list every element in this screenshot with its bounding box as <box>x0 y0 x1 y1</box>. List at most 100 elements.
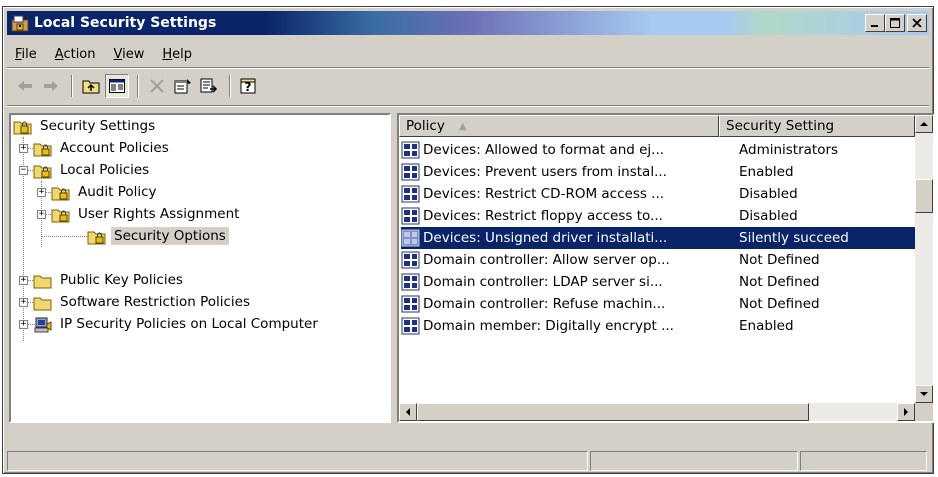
menu-bar: File Action View Help <box>7 41 929 68</box>
main-window: Local Security Settings File Action View… <box>2 6 935 474</box>
expand-account-policies[interactable]: + <box>19 144 28 153</box>
expand-ip-security-policies[interactable]: + <box>19 320 28 329</box>
expand-user-rights-assignment[interactable]: + <box>37 210 46 219</box>
window-title: Local Security Settings <box>34 15 217 31</box>
status-bar <box>7 451 929 473</box>
column-header-policy[interactable]: Policy ▲ <box>399 115 719 137</box>
properties-icon <box>174 79 191 94</box>
horizontal-scrollbar[interactable] <box>399 403 915 421</box>
table-row[interactable]: Domain controller: LDAP server si... Not… <box>401 271 915 293</box>
tree-item-audit-policy[interactable]: Audit Policy <box>51 181 160 203</box>
arrow-down-icon <box>920 392 928 396</box>
delete-icon <box>150 79 164 93</box>
folder-icon <box>33 294 53 311</box>
tree-item-software-restriction-policies[interactable]: Software Restriction Policies <box>33 291 253 313</box>
policy-icon <box>401 229 421 247</box>
toolbar-divider <box>7 105 929 107</box>
collapse-local-policies[interactable]: − <box>19 166 28 175</box>
horizontal-scroll-thumb[interactable] <box>417 403 809 421</box>
up-one-level-button[interactable] <box>79 74 103 98</box>
vertical-scrollbar[interactable] <box>915 115 933 403</box>
policy-list[interactable]: Policy ▲ Security Setting Devices: Allow… <box>397 113 935 423</box>
policy-icon <box>401 163 421 181</box>
console-tree[interactable]: Security Settings + Account Policies − L… <box>9 113 391 423</box>
policy-icon <box>401 251 421 269</box>
table-row[interactable]: Domain controller: Refuse machin... Not … <box>401 293 915 315</box>
status-panel-3 <box>799 451 927 471</box>
maximize-button[interactable] <box>885 14 905 32</box>
ip-security-icon <box>33 316 53 333</box>
table-row[interactable]: Domain member: Digitally encrypt ... Ena… <box>401 315 915 337</box>
policy-icon <box>401 185 421 203</box>
tree-line <box>41 236 87 237</box>
menu-action[interactable]: Action <box>46 47 105 62</box>
policy-icon <box>401 141 421 159</box>
policy-icon <box>401 317 421 335</box>
arrow-right-icon <box>904 408 908 416</box>
title-bar[interactable]: Local Security Settings <box>7 11 929 35</box>
show-hide-console-tree-button[interactable] <box>105 74 129 98</box>
show-hide-tree-icon <box>109 79 125 93</box>
expand-software-restriction-policies[interactable]: + <box>19 298 28 307</box>
menu-file[interactable]: File <box>7 47 46 62</box>
toolbar-separator <box>71 75 73 97</box>
close-button[interactable] <box>907 14 927 32</box>
delete-button[interactable] <box>145 74 169 98</box>
forward-arrow-icon <box>44 81 58 91</box>
properties-button[interactable] <box>171 74 195 98</box>
status-panel-main <box>7 451 589 471</box>
locked-folder-icon <box>87 228 107 245</box>
arrow-left-icon <box>406 408 410 416</box>
toolbar-separator <box>137 75 139 97</box>
tree-item-account-policies[interactable]: Account Policies <box>33 137 172 159</box>
locked-folder-icon <box>51 206 71 223</box>
scrollbar-corner <box>915 403 933 421</box>
table-row[interactable]: Domain controller: Allow server op... No… <box>401 249 915 271</box>
local-security-settings-icon <box>11 14 29 32</box>
column-header-security-setting[interactable]: Security Setting <box>719 115 915 137</box>
arrow-up-icon <box>920 122 928 126</box>
back-button[interactable] <box>13 74 37 98</box>
vertical-scroll-thumb[interactable] <box>915 179 933 213</box>
up-folder-icon <box>82 80 100 94</box>
locked-folder-icon <box>33 162 53 179</box>
forward-button[interactable] <box>39 74 63 98</box>
minimize-button[interactable] <box>865 14 885 32</box>
back-arrow-icon <box>18 81 32 91</box>
table-row[interactable]: Devices: Restrict CD-ROM access ... Disa… <box>401 183 915 205</box>
menu-help[interactable]: Help <box>153 47 201 62</box>
menu-view[interactable]: View <box>105 47 154 62</box>
table-row[interactable]: Devices: Restrict floppy access to... Di… <box>401 205 915 227</box>
help-icon: ? <box>240 78 256 94</box>
scroll-down-button[interactable] <box>915 385 933 403</box>
toolbar-separator <box>229 75 231 97</box>
tree-item-public-key-policies[interactable]: Public Key Policies <box>33 269 186 291</box>
locked-folder-icon <box>51 184 71 201</box>
locked-folder-icon <box>33 140 53 157</box>
policy-icon <box>401 207 421 225</box>
tree-item-security-options[interactable]: Security Options <box>87 225 229 247</box>
export-list-icon <box>200 78 218 93</box>
help-button[interactable]: ? <box>237 74 261 98</box>
tree-item-user-rights-assignment[interactable]: User Rights Assignment <box>51 203 242 225</box>
folder-icon <box>33 272 53 289</box>
policy-icon <box>401 295 421 313</box>
table-row[interactable]: Devices: Allowed to format and ej... Adm… <box>401 139 915 161</box>
scroll-up-button[interactable] <box>915 115 933 133</box>
status-panel-2 <box>590 451 798 471</box>
scroll-left-button[interactable] <box>399 403 417 421</box>
table-row-selected[interactable]: Devices: Unsigned driver installati... S… <box>401 227 915 249</box>
table-row[interactable]: Devices: Prevent users from instal... En… <box>401 161 915 183</box>
tree-item-local-policies[interactable]: Local Policies <box>33 159 152 181</box>
security-settings-icon <box>13 118 33 135</box>
toolbar: ? <box>7 71 929 101</box>
scroll-right-button[interactable] <box>897 403 915 421</box>
list-header: Policy ▲ Security Setting <box>399 115 915 137</box>
sort-ascending-icon: ▲ <box>458 120 467 132</box>
expand-audit-policy[interactable]: + <box>37 188 46 197</box>
tree-item-ip-security-policies[interactable]: IP Security Policies on Local Computer <box>33 313 321 335</box>
export-list-button[interactable] <box>197 74 221 98</box>
policy-icon <box>401 273 421 291</box>
tree-item-security-settings[interactable]: Security Settings <box>13 115 158 137</box>
expand-public-key-policies[interactable]: + <box>19 276 28 285</box>
